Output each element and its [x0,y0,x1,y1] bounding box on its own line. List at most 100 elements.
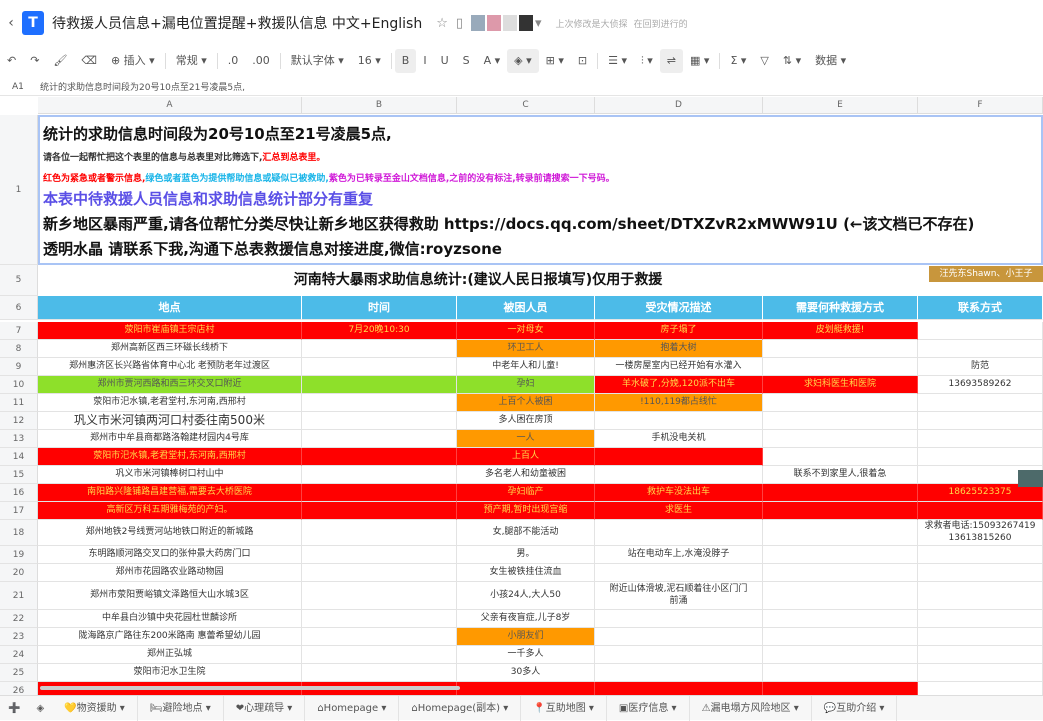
table-cell[interactable]: 7月20晚10:30 [302,322,457,340]
table-cell[interactable] [918,340,1043,358]
table-cell[interactable]: 一千多人 [457,646,595,664]
row-header[interactable]: 18 [0,520,38,546]
column-title[interactable]: 受灾情况描述 [595,296,763,320]
table-cell[interactable]: 郑州市花园路农业路动物园 [38,564,302,582]
table-cell[interactable] [595,448,763,466]
table-cell[interactable] [763,340,918,358]
table-cell[interactable]: !110,119都占线忙 [595,394,763,412]
toolbar-button[interactable]: I [416,49,433,73]
table-cell[interactable] [595,646,763,664]
row-header[interactable]: 5 [0,265,38,296]
table-cell[interactable]: 东明路顺河路交叉口的张仲景大药房门口 [38,546,302,564]
table-cell[interactable] [763,582,918,610]
sheet-tab[interactable]: ❤心理疏导 ▾ [224,695,306,721]
toolbar-button[interactable]: .0 [221,49,246,73]
table-cell[interactable]: 女,腿部不能活动 [457,520,595,546]
toolbar-button[interactable]: ☰ ▾ [601,49,634,73]
table-cell[interactable]: 男。 [457,546,595,564]
table-cell[interactable]: 中老年人和儿童! [457,358,595,376]
toolbar-button[interactable]: 常规 ▾ [169,49,214,73]
table-cell[interactable] [595,610,763,628]
table-cell[interactable]: 求救者电话:15093267419 13613815260 [918,520,1043,546]
table-cell[interactable] [763,664,918,682]
table-cell[interactable]: 一人 [457,430,595,448]
table-cell[interactable] [918,322,1043,340]
toolbar-button[interactable]: ◈ ▾ [507,49,539,73]
table-cell[interactable]: 一楼房屋室内已经开始有水灌入 [595,358,763,376]
table-cell[interactable] [302,358,457,376]
toolbar-button[interactable]: .00 [245,49,277,73]
table-cell[interactable] [763,412,918,430]
row-header[interactable]: 24 [0,646,38,664]
table-cell[interactable] [302,448,457,466]
table-cell[interactable]: 小孩24人,大人50 [457,582,595,610]
row-header[interactable]: 16 [0,484,38,502]
toolbar-button[interactable]: B [394,49,417,73]
row-header[interactable]: 15 [0,466,38,484]
table-cell[interactable] [918,564,1043,582]
table-cell[interactable]: 小朋友们 [457,628,595,646]
toolbar-button[interactable]: ⊕ 插入 ▾ [104,49,162,73]
column-title[interactable]: 被困人员 [457,296,595,320]
toolbar-button[interactable]: ⊞ ▾ [539,49,571,73]
row-header[interactable]: 25 [0,664,38,682]
table-cell[interactable] [918,610,1043,628]
table-cell[interactable]: 陇海路京广路往东200米路南 惠蕾希望幼儿园 [38,628,302,646]
sheet-tab[interactable]: ⌂Homepage ▾ [305,695,400,721]
chevron-left-icon[interactable]: ‹ [0,15,22,31]
table-cell[interactable] [302,664,457,682]
avatar[interactable] [519,15,534,31]
table-cell[interactable] [302,520,457,546]
table-cell[interactable]: 荥阳市汜水镇,老君堂村,东河南,西邢村 [38,394,302,412]
table-cell[interactable] [918,502,1043,520]
table-cell[interactable] [595,628,763,646]
row-header[interactable]: 9 [0,358,38,376]
column-header-f[interactable]: F [918,97,1043,114]
row-header[interactable]: 19 [0,546,38,564]
table-cell[interactable]: 郑州正弘城 [38,646,302,664]
row-header[interactable]: 10 [0,376,38,394]
table-cell[interactable]: 女生被铁挂住流血 [457,564,595,582]
table-cell[interactable] [302,610,457,628]
table-cell[interactable] [918,664,1043,682]
sheet-tab[interactable]: 💛物资援助 ▾ [52,695,138,721]
sheet-tab[interactable]: ⚠漏电塌方风险地区 ▾ [690,695,812,721]
table-cell[interactable] [595,466,763,484]
table-cell[interactable] [763,520,918,546]
table-cell[interactable] [302,564,457,582]
table-cell[interactable] [302,546,457,564]
column-header-e[interactable]: E [763,97,918,114]
table-cell[interactable] [763,502,918,520]
toolbar-button[interactable]: U [434,49,456,73]
table-cell[interactable]: 多人困在房顶 [457,412,595,430]
table-cell[interactable]: 站在电动车上,水淹没脖子 [595,546,763,564]
table-cell[interactable]: 孕妇 [457,376,595,394]
table-cell[interactable]: 救护车没法出车 [595,484,763,502]
table-cell[interactable]: 求医生 [595,502,763,520]
table-cell[interactable]: 环卫工人 [457,340,595,358]
column-title[interactable]: 地点 [38,296,302,320]
formula-input[interactable]: 统计的求助信息时间段为20号10点至21号凌晨5点, [40,80,245,93]
cell-a1-notice[interactable]: 统计的求助信息时间段为20号10点至21号凌晨5点, 请各位一起帮忙把这个表里的… [38,115,1043,265]
avatar[interactable] [471,15,486,31]
table-cell[interactable] [595,564,763,582]
table-cell[interactable]: 抱着大树 [595,340,763,358]
table-cell[interactable] [918,546,1043,564]
column-title[interactable]: 时间 [302,296,457,320]
table-cell[interactable]: 郑州高新区西三环磁长线桥下 [38,340,302,358]
column-header-d[interactable]: D [595,97,763,114]
table-cell[interactable] [918,582,1043,610]
column-header-c[interactable]: C [457,97,595,114]
table-cell[interactable] [763,546,918,564]
table-cell[interactable]: 父亲有夜盲症,儿子8岁 [457,610,595,628]
table-cell[interactable] [595,412,763,430]
toolbar-button[interactable]: ↶ [0,49,23,73]
row-header[interactable]: 1 [0,115,38,265]
row-header[interactable]: 14 [0,448,38,466]
star-icon[interactable]: ☆ [436,16,448,31]
table-cell[interactable] [302,376,457,394]
table-cell[interactable] [763,610,918,628]
toolbar-button[interactable]: ↷ [23,49,46,73]
column-title[interactable]: 需要何种救援方式 [763,296,918,320]
sheet-title[interactable]: 河南特大暴雨求助信息统计:(建议人民日报填写)仅用于救援 [38,265,918,295]
